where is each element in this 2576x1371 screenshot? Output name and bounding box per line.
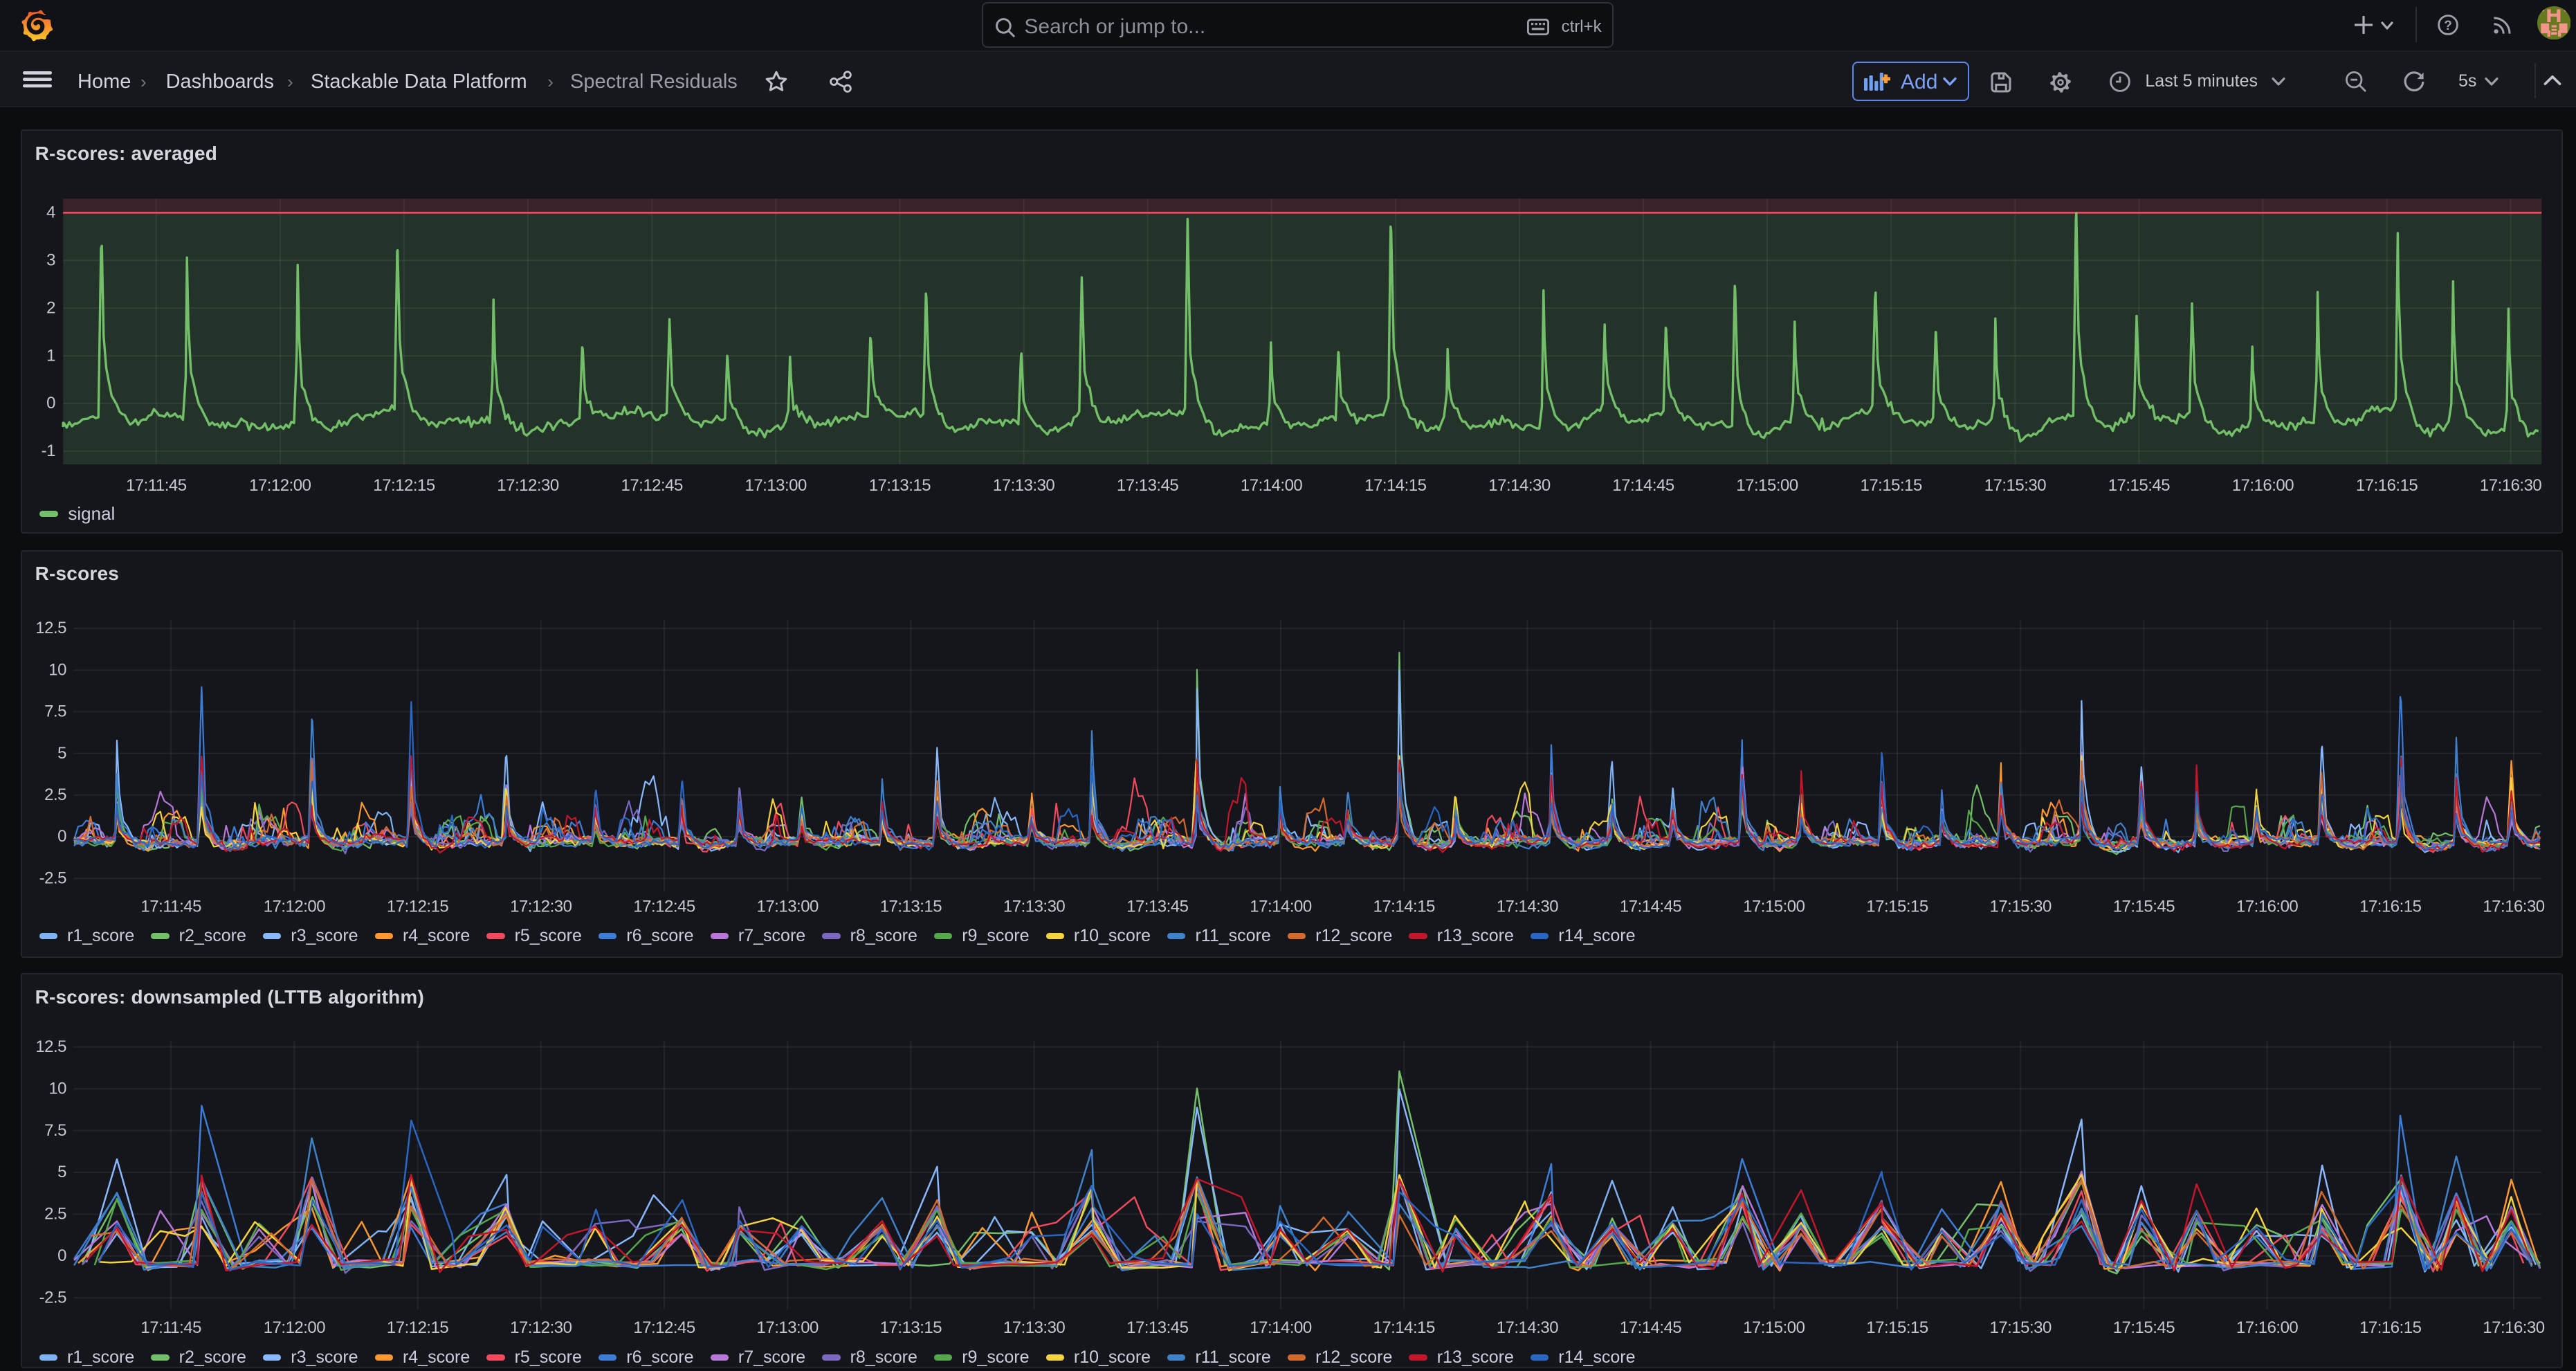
svg-text:-1: -1 [41, 442, 55, 460]
svg-text:17:16:30: 17:16:30 [2480, 476, 2542, 495]
svg-text:17:16:15: 17:16:15 [2359, 1318, 2422, 1337]
svg-text:17:14:45: 17:14:45 [1612, 476, 1674, 495]
svg-text:17:15:45: 17:15:45 [2113, 897, 2175, 916]
svg-text:17:14:00: 17:14:00 [1250, 1318, 1312, 1337]
svg-text:17:11:45: 17:11:45 [140, 1318, 201, 1337]
svg-text:17:12:30: 17:12:30 [510, 897, 572, 916]
svg-text:17:12:45: 17:12:45 [633, 897, 695, 916]
svg-text:12.5: 12.5 [35, 1037, 66, 1056]
svg-text:17:16:15: 17:16:15 [2356, 476, 2418, 495]
svg-text:10: 10 [48, 1079, 66, 1098]
svg-text:17:13:15: 17:13:15 [869, 476, 931, 495]
svg-text:17:15:45: 17:15:45 [2108, 476, 2171, 495]
svg-text:17:16:30: 17:16:30 [2483, 897, 2545, 916]
svg-text:17:15:15: 17:15:15 [1866, 1318, 1928, 1337]
svg-text:3: 3 [46, 251, 55, 269]
svg-text:17:15:45: 17:15:45 [2112, 1318, 2175, 1337]
svg-text:17:12:15: 17:12:15 [387, 1318, 449, 1337]
svg-text:17:13:00: 17:13:00 [745, 476, 807, 495]
svg-text:17:15:30: 17:15:30 [1989, 1318, 2052, 1337]
svg-text:17:14:00: 17:14:00 [1241, 476, 1303, 495]
svg-text:17:12:15: 17:12:15 [373, 476, 435, 495]
svg-text:17:13:00: 17:13:00 [756, 1318, 819, 1337]
svg-text:17:16:00: 17:16:00 [2236, 897, 2299, 916]
svg-text:17:12:00: 17:12:00 [264, 897, 326, 916]
svg-text:17:16:00: 17:16:00 [2232, 476, 2294, 495]
svg-text:-2.5: -2.5 [39, 869, 66, 887]
svg-text:17:12:30: 17:12:30 [510, 1318, 572, 1337]
svg-text:17:14:30: 17:14:30 [1497, 1318, 1559, 1337]
svg-text:17:14:15: 17:14:15 [1373, 897, 1435, 916]
svg-text:17:14:45: 17:14:45 [1620, 1318, 1682, 1337]
svg-text:17:13:45: 17:13:45 [1126, 1318, 1189, 1337]
svg-text:17:11:45: 17:11:45 [140, 897, 201, 916]
svg-text:17:14:30: 17:14:30 [1488, 476, 1551, 495]
svg-text:5: 5 [57, 743, 66, 762]
svg-text:17:11:45: 17:11:45 [126, 476, 187, 495]
svg-text:17:13:15: 17:13:15 [880, 1318, 942, 1337]
svg-text:17:12:00: 17:12:00 [264, 1318, 326, 1337]
svg-text:?: ? [2444, 19, 2452, 33]
svg-text:2.5: 2.5 [44, 1205, 66, 1224]
svg-text:17:12:15: 17:12:15 [387, 897, 449, 916]
svg-text:17:15:30: 17:15:30 [1984, 476, 2047, 495]
svg-text:17:14:15: 17:14:15 [1364, 476, 1427, 495]
svg-text:17:15:00: 17:15:00 [1743, 1318, 1805, 1337]
svg-text:17:12:30: 17:12:30 [497, 476, 559, 495]
svg-text:17:16:30: 17:16:30 [2483, 1318, 2545, 1337]
svg-text:5: 5 [57, 1163, 66, 1181]
svg-text:2: 2 [46, 298, 55, 317]
svg-text:17:15:00: 17:15:00 [1736, 476, 1798, 495]
svg-text:17:13:30: 17:13:30 [993, 476, 1055, 495]
svg-text:17:13:45: 17:13:45 [1126, 897, 1189, 916]
svg-text:17:15:30: 17:15:30 [1989, 897, 2052, 916]
svg-text:17:12:45: 17:12:45 [621, 476, 683, 495]
svg-text:2.5: 2.5 [44, 786, 66, 804]
svg-text:17:15:15: 17:15:15 [1866, 897, 1928, 916]
svg-text:17:13:30: 17:13:30 [1003, 1318, 1066, 1337]
svg-text:12.5: 12.5 [35, 619, 66, 637]
svg-text:17:15:15: 17:15:15 [1860, 476, 1922, 495]
svg-text:17:16:00: 17:16:00 [2236, 1318, 2299, 1337]
svg-text:4: 4 [46, 203, 55, 222]
svg-text:17:14:45: 17:14:45 [1620, 897, 1682, 916]
svg-text:17:14:00: 17:14:00 [1250, 897, 1312, 916]
svg-text:7.5: 7.5 [44, 702, 66, 720]
svg-text:1: 1 [46, 346, 55, 365]
svg-text:17:13:00: 17:13:00 [756, 897, 819, 916]
svg-text:17:13:15: 17:13:15 [880, 897, 942, 916]
svg-text:7.5: 7.5 [44, 1121, 66, 1140]
svg-text:17:14:15: 17:14:15 [1373, 1318, 1435, 1337]
svg-text:17:16:15: 17:16:15 [2359, 897, 2422, 916]
svg-text:-2.5: -2.5 [39, 1288, 66, 1307]
svg-text:10: 10 [48, 660, 66, 679]
svg-text:17:13:45: 17:13:45 [1117, 476, 1179, 495]
svg-text:0: 0 [46, 394, 55, 412]
svg-text:17:12:45: 17:12:45 [633, 1318, 695, 1337]
svg-text:0: 0 [57, 1246, 66, 1265]
svg-text:17:13:30: 17:13:30 [1003, 897, 1066, 916]
svg-text:0: 0 [57, 827, 66, 846]
svg-text:17:14:30: 17:14:30 [1497, 897, 1559, 916]
svg-text:17:15:00: 17:15:00 [1743, 897, 1805, 916]
svg-text:17:12:00: 17:12:00 [249, 476, 311, 495]
